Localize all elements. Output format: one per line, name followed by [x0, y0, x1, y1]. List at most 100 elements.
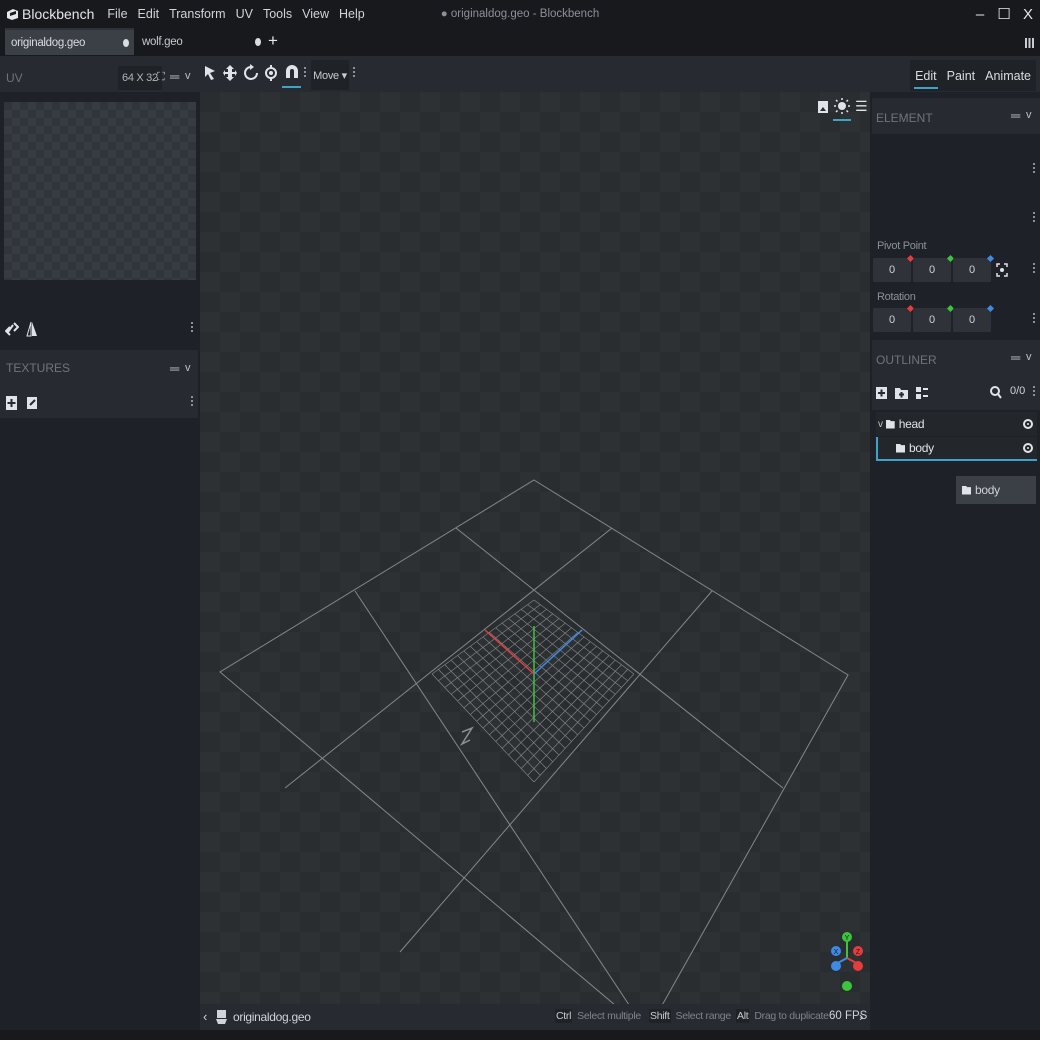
- tab-wolf[interactable]: wolf.geo: [136, 28, 264, 55]
- maximize-button[interactable]: ☐: [992, 5, 1016, 23]
- move-tool-icon[interactable]: [203, 64, 217, 82]
- mode-selector: Edit Paint Animate: [910, 60, 1036, 91]
- title-bar: Blockbench File Edit Transform UV Tools …: [0, 0, 1040, 28]
- link-icon[interactable]: [5, 321, 19, 337]
- svg-text:X: X: [834, 949, 839, 956]
- vertex-snap-icon[interactable]: [284, 64, 300, 82]
- add-cube-icon[interactable]: [876, 385, 887, 401]
- folder-icon: [885, 419, 895, 429]
- textures-panel-header: TEXTURES: [0, 350, 198, 386]
- chevron-down-icon[interactable]: v: [185, 70, 191, 82]
- tab-originaldog[interactable]: originaldog.geo: [5, 28, 134, 55]
- toolbar-overflow-icon[interactable]: [304, 67, 307, 79]
- hint-alt: Alt Drag to duplicate: [736, 1009, 829, 1023]
- resize-tool-icon[interactable]: [223, 64, 237, 82]
- tab-label: originaldog.geo: [11, 36, 86, 49]
- chevron-down-icon[interactable]: v: [185, 362, 191, 374]
- folder-icon: [962, 485, 971, 495]
- textures-overflow-icon[interactable]: [191, 396, 194, 408]
- chevron-down-icon[interactable]: v: [1026, 109, 1032, 121]
- grid-line: [489, 641, 591, 735]
- panel-menu-icon[interactable]: ═: [1011, 108, 1020, 123]
- hint-ctrl: Ctrl Select multiple: [555, 1009, 641, 1023]
- pivot-overflow-icon[interactable]: [1033, 263, 1036, 275]
- block-grid: [431, 599, 635, 783]
- menu-tools[interactable]: Tools: [258, 7, 297, 21]
- import-texture-icon[interactable]: [5, 394, 18, 411]
- element-overflow-icon[interactable]: [1033, 163, 1036, 175]
- unsaved-dot-icon: [255, 37, 261, 46]
- active-tool-indicator: [282, 86, 301, 88]
- scene-floor-grid: [219, 479, 849, 1004]
- start-screen-grid-icon[interactable]: [1025, 38, 1034, 48]
- svg-text:Y: Y: [845, 935, 850, 942]
- chevron-left-icon[interactable]: ‹: [203, 1009, 207, 1024]
- visibility-eye-icon[interactable]: [1023, 443, 1033, 453]
- rotation-z-input[interactable]: 0: [953, 304, 995, 332]
- new-tab-plus-icon[interactable]: +: [268, 31, 278, 51]
- grid-line: [438, 669, 541, 776]
- svg-text:Z: Z: [856, 949, 861, 956]
- chevron-right-icon[interactable]: ›: [859, 1009, 863, 1024]
- outliner-group-body[interactable]: body: [876, 437, 1037, 461]
- add-group-icon[interactable]: [895, 385, 908, 401]
- app-name: Blockbench: [22, 6, 95, 22]
- folder-icon: [896, 443, 905, 453]
- rotation-x-input[interactable]: 0: [873, 304, 915, 332]
- chevron-down-icon[interactable]: v: [1026, 351, 1032, 363]
- menu-transform[interactable]: Transform: [164, 7, 231, 21]
- uv-overflow-icon[interactable]: [191, 322, 194, 334]
- active-view-indicator: [833, 119, 851, 121]
- uv-editor-canvas[interactable]: [4, 102, 196, 280]
- create-texture-icon[interactable]: [26, 395, 38, 411]
- uv-size-display: 64 X 32: [118, 66, 162, 90]
- search-icon[interactable]: [990, 386, 1002, 399]
- outliner-count: 0/0: [1010, 385, 1026, 397]
- drag-ghost-label: body: [975, 483, 1000, 497]
- visibility-eye-icon[interactable]: [1023, 419, 1033, 429]
- minimize-button[interactable]: –: [968, 6, 992, 23]
- pivot-x-input[interactable]: 0: [873, 254, 915, 282]
- panel-menu-icon[interactable]: ═: [170, 361, 179, 376]
- fullscreen-icon[interactable]: ⛶: [157, 71, 165, 84]
- 3d-viewport[interactable]: ☰ Y X Z: [200, 92, 870, 1004]
- outliner-group-head[interactable]: v head: [876, 412, 1037, 436]
- rotation-y-input[interactable]: 0: [913, 304, 955, 332]
- pivot-z-input[interactable]: 0: [953, 254, 995, 282]
- mirror-uv-icon[interactable]: [26, 321, 38, 337]
- viewport-menu-icon[interactable]: ☰: [855, 98, 868, 115]
- outliner-overflow-icon[interactable]: [1033, 386, 1036, 398]
- menu-help[interactable]: Help: [334, 7, 370, 21]
- menu-edit[interactable]: Edit: [133, 7, 165, 21]
- chevron-down-icon[interactable]: v: [878, 419, 883, 430]
- menu-view[interactable]: View: [297, 7, 334, 21]
- rotation-overflow-icon[interactable]: [1033, 313, 1036, 325]
- axis-orientation-gizmo[interactable]: Y X Z: [824, 928, 864, 1000]
- z-axis-line: [533, 629, 583, 675]
- panel-menu-icon[interactable]: ═: [170, 69, 179, 84]
- menu-file[interactable]: File: [102, 7, 132, 21]
- bottom-border: [0, 1030, 1040, 1040]
- mode-animate[interactable]: Animate: [980, 60, 1036, 91]
- pivot-y-input[interactable]: 0: [913, 254, 955, 282]
- pivot-tool-icon[interactable]: [264, 64, 278, 82]
- lighting-sun-icon[interactable]: [834, 97, 850, 115]
- mode-paint[interactable]: Paint: [942, 60, 981, 91]
- sort-outliner-icon[interactable]: [916, 385, 928, 401]
- transform-mode-select[interactable]: Move ▾: [311, 60, 349, 90]
- screenshot-icon[interactable]: [817, 99, 829, 115]
- pivot-point-label: Pivot Point: [877, 240, 927, 252]
- menu-uv[interactable]: UV: [231, 7, 258, 21]
- window-controls: – ☐ X: [968, 0, 1040, 28]
- panel-menu-icon[interactable]: ═: [1011, 350, 1020, 365]
- center-pivot-icon[interactable]: [996, 263, 1008, 277]
- hint-shift: Shift Select range: [649, 1009, 731, 1023]
- element-overflow-icon[interactable]: [1033, 212, 1036, 224]
- rotate-tool-icon[interactable]: [244, 64, 258, 82]
- mode-edit[interactable]: Edit: [910, 60, 942, 91]
- close-button[interactable]: X: [1016, 6, 1040, 23]
- group-label: body: [909, 441, 934, 455]
- toolbar-overflow-icon[interactable]: [353, 67, 356, 79]
- element-panel-title: ELEMENT: [876, 111, 933, 125]
- grid-line: [533, 673, 635, 783]
